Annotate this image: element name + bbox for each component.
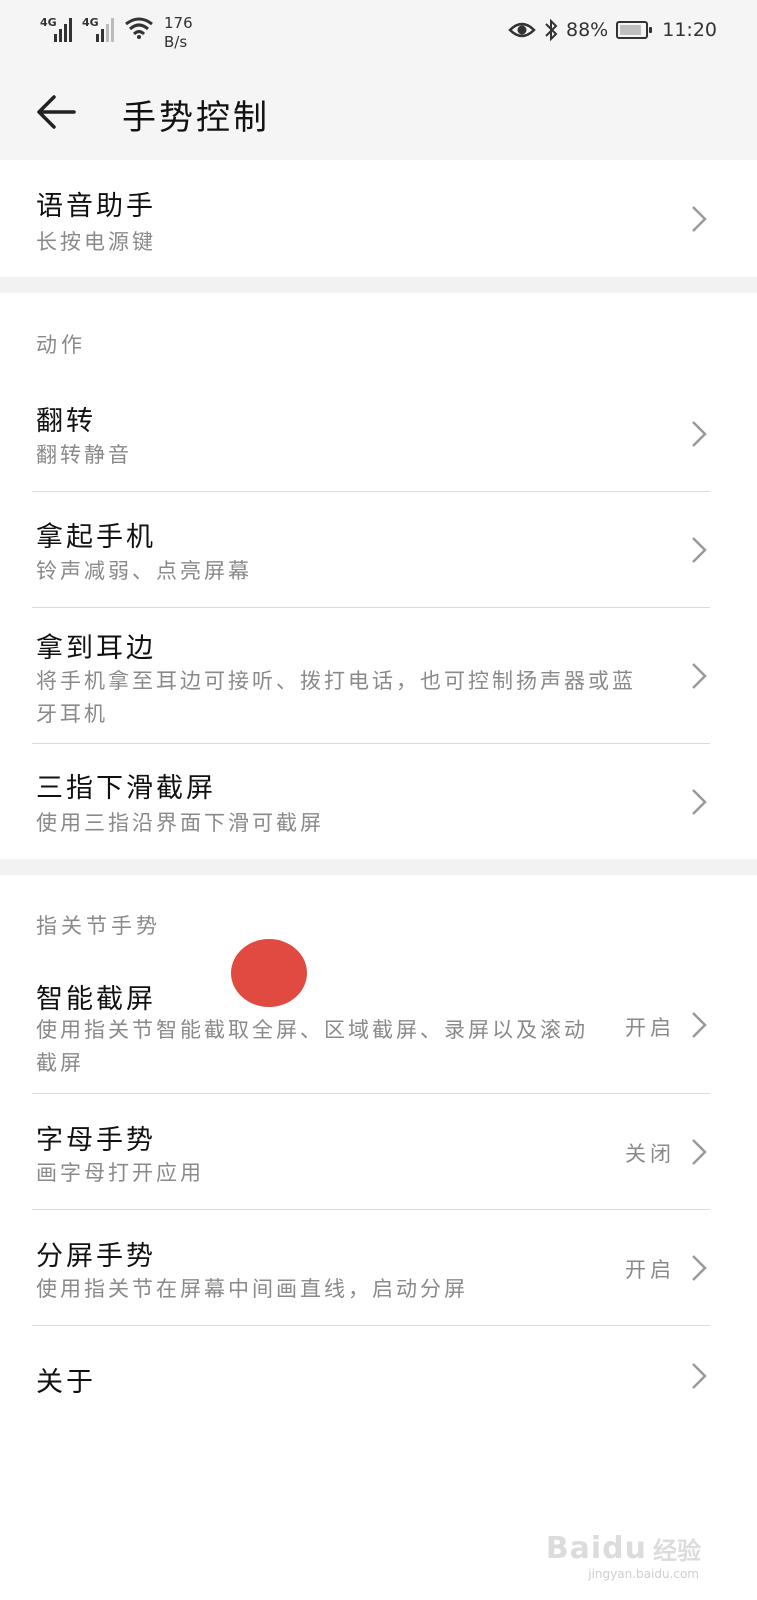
chevron-right-icon <box>692 663 707 689</box>
item-status-value: 开启 <box>625 1016 675 1040</box>
back-arrow-icon[interactable] <box>34 90 78 134</box>
item-title: 语音助手 <box>36 191 156 222</box>
network-speed-unit: B/s <box>164 33 188 51</box>
watermark-url: jingyan.baidu.com <box>588 1567 699 1581</box>
chevron-right-icon <box>692 1363 707 1389</box>
watermark-suffix: 经验 <box>653 1537 701 1565</box>
status-bar: 4G 4G 176 B/s 88% 11:20 <box>0 0 757 64</box>
chevron-right-icon <box>692 1139 707 1165</box>
item-title: 智能截屏 <box>36 984 156 1015</box>
signal-bars-icon <box>96 16 114 42</box>
item-title: 字母手势 <box>36 1125 156 1156</box>
touch-indicator <box>231 939 307 1007</box>
item-subtitle: 将手机拿至耳边可接听、拨打电话，也可控制扬声器或蓝牙耳机 <box>36 669 636 726</box>
app-bar: 手势控制 <box>0 64 757 160</box>
clock: 11:20 <box>662 19 717 41</box>
battery-icon <box>616 21 653 39</box>
settings-item-flip[interactable]: 翻转 翻转静音 <box>0 375 757 492</box>
status-right: 88% 11:20 <box>508 18 717 42</box>
network-speed-value: 176 <box>164 14 193 32</box>
battery-percent: 88% <box>566 19 609 41</box>
baidu-jingyan-watermark: Baidu 经验 jingyan.baidu.com <box>545 1531 701 1581</box>
item-subtitle: 铃声减弱、点亮屏幕 <box>36 559 252 583</box>
item-subtitle: 长按电源键 <box>36 230 156 254</box>
section-header-actions: 动作 <box>36 333 86 357</box>
wifi-icon <box>125 17 153 39</box>
chevron-right-icon <box>692 537 707 563</box>
section-separator <box>0 859 757 875</box>
signal-bars-icon <box>54 16 72 42</box>
bluetooth-icon <box>545 18 558 42</box>
item-title: 拿到耳边 <box>36 633 156 664</box>
settings-item-three-finger-screenshot[interactable]: 三指下滑截屏 使用三指沿界面下滑可截屏 <box>0 744 757 859</box>
battery-level <box>620 25 642 35</box>
item-title: 三指下滑截屏 <box>36 773 216 804</box>
eye-comfort-icon <box>508 22 536 38</box>
chevron-right-icon <box>692 421 707 447</box>
item-subtitle: 画字母打开应用 <box>36 1161 204 1185</box>
signal-1-label: 4G <box>40 16 57 29</box>
chevron-right-icon <box>692 789 707 815</box>
signal-2-label: 4G <box>82 16 99 29</box>
page-title: 手势控制 <box>122 98 270 138</box>
settings-item-voice-assistant[interactable]: 语音助手 长按电源键 <box>0 160 757 277</box>
signal-1: 4G <box>40 14 72 42</box>
item-title: 拿起手机 <box>36 522 156 553</box>
item-status-value: 关闭 <box>625 1142 675 1166</box>
chevron-right-icon <box>692 206 707 232</box>
item-title: 翻转 <box>36 406 96 437</box>
watermark-brand: Baidu <box>545 1531 647 1566</box>
signal-2: 4G <box>82 14 114 42</box>
settings-item-about[interactable]: 关于 <box>0 1326 757 1426</box>
settings-item-pick-up[interactable]: 拿起手机 铃声减弱、点亮屏幕 <box>0 492 757 607</box>
settings-item-smart-screenshot[interactable]: 智能截屏 使用指关节智能截取全屏、区域截屏、录屏以及滚动截屏 开启 <box>0 956 757 1093</box>
item-subtitle: 翻转静音 <box>36 443 132 467</box>
section-header-knuckle: 指关节手势 <box>36 914 161 938</box>
settings-item-raise-to-ear[interactable]: 拿到耳边 将手机拿至耳边可接听、拨打电话，也可控制扬声器或蓝牙耳机 <box>0 608 757 743</box>
chevron-right-icon <box>692 1255 707 1281</box>
settings-item-letter-gesture[interactable]: 字母手势 画字母打开应用 关闭 <box>0 1094 757 1209</box>
item-subtitle: 使用指关节智能截取全屏、区域截屏、录屏以及滚动截屏 <box>36 1018 588 1075</box>
chevron-right-icon <box>692 1012 707 1038</box>
network-speed: 176 B/s <box>164 14 193 52</box>
settings-item-split-screen-gesture[interactable]: 分屏手势 使用指关节在屏幕中间画直线，启动分屏 开启 <box>0 1210 757 1325</box>
status-left: 4G 4G 176 B/s <box>40 14 193 52</box>
item-title: 分屏手势 <box>36 1241 156 1272</box>
item-status-value: 开启 <box>625 1258 675 1282</box>
section-separator <box>0 277 757 293</box>
item-subtitle: 使用指关节在屏幕中间画直线，启动分屏 <box>36 1277 468 1301</box>
item-subtitle: 使用三指沿界面下滑可截屏 <box>36 811 324 835</box>
item-title: 关于 <box>36 1367 96 1398</box>
